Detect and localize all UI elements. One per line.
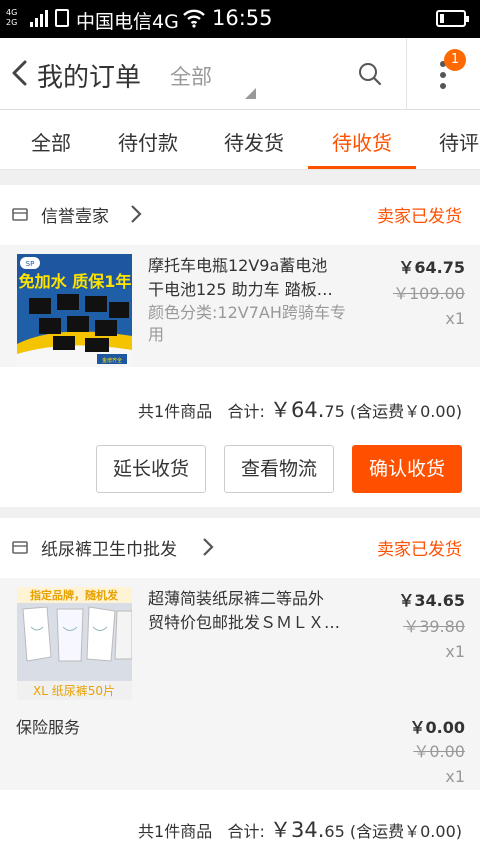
product-sku: 颜色分类:12V7AH跨骑车专用	[148, 303, 346, 344]
product-image-battery[interactable]: SP 免加水 质保1年 金增齐全	[17, 254, 132, 367]
product-title[interactable]: 超薄简装纸尿裤二等品外 贸特价包邮批发ＳＭＬＸ…	[148, 587, 366, 635]
item-quantity: x1	[445, 309, 465, 328]
thumb-bottom-text: XL 纸尿裤50片	[33, 684, 115, 698]
item-original-price: ￥39.80	[403, 617, 465, 636]
network-bottom: 2G	[6, 18, 18, 27]
shop-row[interactable]: 纸尿裤卫生巾批发 卖家已发货	[0, 518, 480, 578]
product-title-line2: 干电池125 助力车 踏板…	[148, 280, 333, 299]
tab-pending-payment[interactable]: 待付款	[118, 127, 178, 156]
page-title: 我的订单	[37, 63, 142, 93]
item-quantity: x1	[445, 642, 465, 661]
order-filter-dropdown[interactable]: 全部	[170, 61, 212, 91]
thumb-logo: SP	[26, 260, 35, 268]
search-icon[interactable]	[358, 62, 382, 86]
order-item[interactable]: 指定品牌，随机发 XL 纸尿裤50片 超薄简装纸尿裤二等品外 贸特价包邮批发ＳＭ…	[0, 578, 480, 700]
store-icon	[12, 208, 28, 221]
order-summary: 共1件商品 合计: ￥64.75 (含运费￥0.00)	[138, 394, 462, 424]
total-amount-main: ￥64.	[270, 398, 325, 422]
battery-product-image: SP 免加水 质保1年 金增齐全	[17, 254, 132, 367]
tab-pending-review[interactable]: 待评	[439, 127, 479, 156]
clock: 16:55	[212, 6, 273, 30]
thumb-top-text: 指定品牌，随机发	[30, 588, 119, 602]
chevron-right-icon[interactable]	[130, 204, 142, 224]
chevron-right-icon[interactable]	[202, 537, 214, 557]
product-title-line1: 超薄简装纸尿裤二等品外	[148, 589, 325, 608]
tab-pending-shipment[interactable]: 待发货	[224, 127, 284, 156]
insurance-original-price: ￥0.00	[413, 742, 465, 761]
total-label: 合计:	[227, 822, 265, 841]
insurance-price: ￥0.00	[409, 718, 465, 737]
insurance-quantity: x1	[445, 767, 465, 786]
tab-all[interactable]: 全部	[31, 127, 71, 156]
confirm-receipt-button[interactable]: 确认收货	[352, 445, 462, 493]
order-item[interactable]: SP 免加水 质保1年 金增齐全 摩托车电瓶12V9a蓄电池 干电池125 助力…	[0, 245, 480, 367]
order-card: 信誉壹家 卖家已发货 SP 免加水 质保1年 金增齐全 摩托车电瓶12V9a蓄电…	[0, 185, 480, 507]
header-divider	[406, 38, 407, 110]
product-title-line1: 摩托车电瓶12V9a蓄电池	[148, 256, 328, 275]
diaper-product-image: 指定品牌，随机发 XL 纸尿裤50片	[17, 587, 132, 700]
item-price: ￥34.65	[398, 591, 465, 610]
insurance-label: 保险服务	[16, 718, 81, 737]
item-count: 共1件商品	[138, 822, 213, 841]
total-label: 合计:	[227, 402, 265, 421]
status-bar: 4G 2G 中国电信4G 16:55	[0, 0, 480, 38]
store-icon	[12, 541, 28, 554]
view-logistics-button[interactable]: 查看物流	[224, 445, 334, 493]
chevron-left-icon[interactable]	[8, 58, 32, 88]
thumb-slogan: 免加水 质保1年	[19, 272, 132, 291]
order-status: 卖家已发货	[377, 207, 462, 227]
product-image-diapers[interactable]: 指定品牌，随机发 XL 纸尿裤50片	[17, 587, 132, 700]
network-top: 4G	[6, 8, 18, 17]
signal-icon	[30, 10, 48, 27]
top-nav: 我的订单 全部 1	[0, 38, 480, 110]
order-summary: 共1件商品 合计: ￥34.65 (含运费￥0.00)	[138, 814, 462, 844]
product-title-line2: 贸特价包邮批发ＳＭＬＸ…	[148, 613, 341, 632]
shipping-fee: (含运费￥0.00)	[349, 822, 462, 841]
total-amount-decimals: 75	[324, 402, 345, 421]
shop-name[interactable]: 纸尿裤卫生巾批发	[41, 535, 177, 560]
network-type: 4G 2G	[6, 8, 17, 28]
sim-icon	[55, 9, 69, 27]
battery-level	[440, 14, 444, 23]
shipping-fee: (含运费￥0.00)	[349, 402, 462, 421]
insurance-service-row[interactable]: 保险服务 ￥0.00 ￥0.00 x1	[0, 700, 480, 790]
shop-name[interactable]: 信誉壹家	[41, 202, 109, 227]
item-price: ￥64.75	[398, 258, 465, 277]
total-amount-main: ￥34.	[270, 818, 325, 842]
item-original-price: ￥109.00	[393, 284, 465, 303]
total-amount-decimals: 65	[324, 822, 345, 841]
order-card: 纸尿裤卫生巾批发 卖家已发货 指定品牌，随机发 XL 纸尿裤50片 超薄简装纸尿…	[0, 518, 480, 854]
wifi-icon	[183, 9, 205, 28]
thumb-brand: 金增齐全	[102, 357, 122, 364]
order-status: 卖家已发货	[377, 540, 462, 560]
order-tabs: 全部 待付款 待发货 待收货 待评	[0, 110, 480, 170]
product-title[interactable]: 摩托车电瓶12V9a蓄电池 干电池125 助力车 踏板…	[148, 254, 366, 302]
tab-pending-receipt[interactable]: 待收货	[332, 127, 392, 156]
item-count: 共1件商品	[138, 402, 213, 421]
dropdown-triangle-icon[interactable]	[245, 88, 256, 99]
shop-row[interactable]: 信誉壹家 卖家已发货	[0, 185, 480, 245]
active-tab-indicator	[308, 166, 416, 169]
extend-receipt-button[interactable]: 延长收货	[96, 445, 206, 493]
carrier-label: 中国电信4G	[76, 11, 179, 33]
notification-badge: 1	[444, 49, 466, 71]
battery-icon	[436, 10, 469, 27]
